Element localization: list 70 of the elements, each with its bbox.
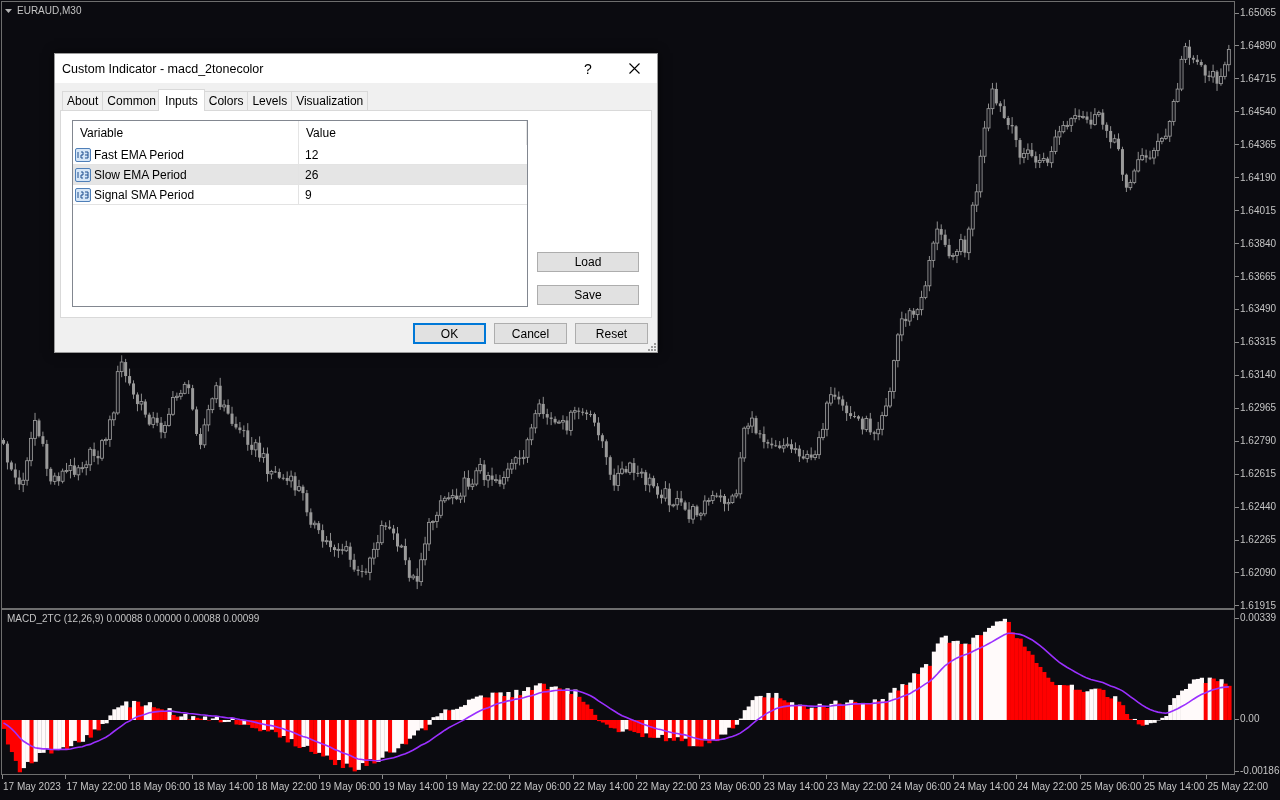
price-axis-label: 1.64715 <box>1240 72 1277 85</box>
parameter-value: 9 <box>305 187 312 202</box>
column-header[interactable]: Variable <box>73 121 299 145</box>
time-axis-label: 25 May 14:00 <box>1143 781 1205 793</box>
indicator-axis-label: 0.00 <box>1240 713 1260 725</box>
parameter-value: 12 <box>305 147 319 162</box>
parameter-value: 26 <box>305 167 319 182</box>
dialog-button[interactable]: Cancel <box>494 323 567 344</box>
indicator-axis-label: 0.00339 <box>1240 612 1277 624</box>
window-title: Custom Indicator - macd_2tonecolor <box>61 61 265 76</box>
chart-symbol-label: EURAUD,M30 <box>17 5 82 17</box>
price-axis-label: 1.64890 <box>1240 39 1277 52</box>
time-axis-label: 17 May 2023 <box>2 781 61 793</box>
side-button[interactable]: Load <box>537 252 639 272</box>
time-axis-label: 18 May 14:00 <box>192 781 254 793</box>
time-axis-label: 18 May 06:00 <box>128 781 191 793</box>
resize-grip-icon[interactable] <box>648 343 656 351</box>
numeric-parameter-icon <box>75 186 91 203</box>
price-axis-label: 1.61915 <box>1240 599 1277 612</box>
price-axis-label: 1.64015 <box>1240 204 1277 217</box>
time-axis-label: 23 May 06:00 <box>699 781 761 793</box>
table-row[interactable]: Slow EMA Period 26 <box>73 165 527 185</box>
price-axis-label: 1.63490 <box>1240 303 1277 316</box>
parameter-name: Signal SMA Period <box>94 187 195 202</box>
time-axis-label: 22 May 06:00 <box>509 781 571 793</box>
parameter-name: Fast EMA Period <box>94 147 185 162</box>
price-axis-label: 1.62265 <box>1240 534 1277 546</box>
tab[interactable]: Inputs <box>158 89 205 111</box>
indicator-axis-label: -0.00186 <box>1240 765 1280 777</box>
tab[interactable]: Visualization <box>291 91 369 110</box>
dialog-button[interactable]: OK <box>413 323 486 344</box>
price-axis-label: 1.63315 <box>1240 336 1277 349</box>
tab[interactable]: About <box>62 91 104 110</box>
time-axis-label: 24 May 06:00 <box>889 781 952 793</box>
time-axis-label: 23 May 22:00 <box>826 781 888 793</box>
time-axis-label: 22 May 22:00 <box>635 781 698 793</box>
time-axis-label: 25 May 06:00 <box>1079 781 1142 793</box>
price-axis-label: 1.64540 <box>1240 105 1277 118</box>
table-row[interactable]: Signal SMA Period 9 <box>73 185 527 205</box>
caret-icon[interactable] <box>5 9 12 13</box>
time-axis-label: 19 May 06:00 <box>318 781 381 793</box>
price-axis-label: 1.62440 <box>1240 501 1277 514</box>
parameter-name: Slow EMA Period <box>94 167 187 182</box>
close-icon <box>628 63 640 74</box>
time-axis-label: 24 May 22:00 <box>1016 781 1078 793</box>
price-axis-label: 1.63665 <box>1240 270 1277 283</box>
time-axis-label: 18 May 22:00 <box>255 781 318 793</box>
time-axis-label: 24 May 14:00 <box>952 781 1015 793</box>
time-axis-label: 23 May 14:00 <box>762 781 825 793</box>
price-axis-label: 1.65065 <box>1240 7 1277 19</box>
price-axis-label: 1.62790 <box>1240 435 1277 448</box>
price-axis-label: 1.64365 <box>1240 138 1277 151</box>
price-axis-label: 1.63140 <box>1240 369 1277 382</box>
price-axis-label: 1.64190 <box>1240 171 1277 184</box>
price-axis-label: 1.62965 <box>1240 402 1277 415</box>
price-axis-label: 1.63840 <box>1240 237 1277 250</box>
numeric-parameter-icon <box>75 166 91 183</box>
numeric-parameter-icon <box>75 146 91 163</box>
time-axis-label: 22 May 14:00 <box>572 781 635 793</box>
help-button[interactable]: ? <box>565 54 611 83</box>
indicator-label: MACD_2TC (12,26,9) 0.00088 0.00000 0.00088 0.00099 <box>7 613 260 625</box>
column-header[interactable]: Value <box>299 121 527 145</box>
side-button[interactable]: Save <box>537 285 639 305</box>
time-axis-label: 25 May 22:00 <box>1206 781 1269 793</box>
price-axis-label: 1.62090 <box>1240 566 1277 579</box>
time-axis-label: 17 May 22:00 <box>65 781 127 793</box>
dialog-button[interactable]: Reset <box>575 323 648 344</box>
time-axis-label: 19 May 22:00 <box>445 781 508 793</box>
time-axis-label: 19 May 14:00 <box>382 781 444 793</box>
price-axis-label: 1.62615 <box>1240 468 1277 481</box>
